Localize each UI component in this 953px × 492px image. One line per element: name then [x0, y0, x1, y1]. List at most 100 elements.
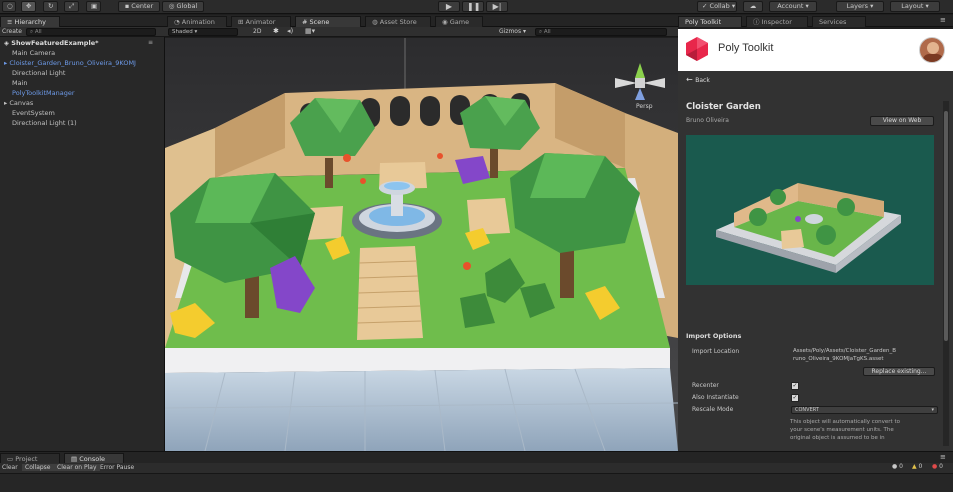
- asset-author: Bruno Oliveira: [686, 117, 729, 124]
- error-count[interactable]: ● 0: [932, 463, 943, 470]
- pause-icon: ❚❚: [467, 2, 481, 11]
- import-options-heading: Import Options: [686, 332, 742, 340]
- account-dropdown[interactable]: Account ▾: [769, 1, 817, 12]
- error-pause-toggle[interactable]: Error Pause: [100, 464, 134, 471]
- rotate-tool-button[interactable]: ↻: [43, 1, 58, 12]
- rescale-mode-dropdown[interactable]: CONVERT ▾: [791, 406, 938, 414]
- bottom-tabbar: ▭ Project ▤ Console ≡: [0, 451, 953, 464]
- center-tabbar: ◔ Animation ⊞ Animator # Scene ◍ Asset S…: [165, 15, 678, 27]
- back-arrow-icon: ←: [686, 75, 693, 84]
- lighting-toggle-icon[interactable]: ✱: [273, 27, 279, 35]
- play-button[interactable]: ▶: [438, 1, 460, 12]
- list-item[interactable]: Directional Light (1): [12, 119, 77, 128]
- shading-mode-dropdown[interactable]: Shaded ▾: [168, 28, 238, 36]
- list-item[interactable]: Directional Light: [12, 69, 65, 78]
- back-button[interactable]: ← Back: [686, 75, 710, 84]
- scene-view[interactable]: Persp: [165, 38, 678, 451]
- hierarchy-search-input[interactable]: ⌕ All: [26, 28, 156, 36]
- expand-arrow-icon[interactable]: ▸: [4, 99, 7, 107]
- list-item[interactable]: ◈ ShowFeaturedExample*: [4, 39, 99, 48]
- step-icon: ▶|: [492, 2, 502, 11]
- list-item[interactable]: Main: [12, 79, 28, 88]
- step-button[interactable]: ▶|: [486, 1, 508, 12]
- expand-arrow-icon[interactable]: ▸: [4, 59, 7, 67]
- list-item[interactable]: ▸ Cloister_Garden_Bruno_Oliveira_9KOMJ: [4, 59, 136, 68]
- list-item[interactable]: ▸ Canvas: [4, 99, 33, 108]
- animator-icon: ⊞: [238, 18, 244, 26]
- tab-inspector[interactable]: ⓘ Inspector: [746, 16, 808, 27]
- asset-preview: [686, 135, 934, 285]
- import-location-label: Import Location: [692, 348, 740, 355]
- gizmos-dropdown[interactable]: Gizmos ▾: [499, 28, 526, 35]
- cloud-button[interactable]: ☁: [743, 1, 763, 12]
- cloud-icon: ☁: [749, 2, 757, 10]
- pause-button[interactable]: ❚❚: [462, 1, 484, 12]
- recenter-label: Recenter: [692, 382, 719, 389]
- tab-poly-toolkit[interactable]: Poly Toolkit: [678, 16, 742, 27]
- clear-on-play-toggle[interactable]: Clear on Play: [54, 464, 100, 471]
- panel-menu-icon[interactable]: ≡: [940, 16, 946, 24]
- list-item[interactable]: EventSystem: [12, 109, 55, 118]
- list-icon: ≡: [7, 18, 13, 26]
- instantiate-checkbox[interactable]: ✓: [791, 394, 799, 402]
- replace-existing-button[interactable]: Replace existing...: [863, 367, 935, 376]
- pivot-toggle[interactable]: ▪ Center: [118, 1, 160, 12]
- rect-icon: ▣: [91, 2, 98, 10]
- hierarchy-tabbar: ≡ Hierarchy: [0, 15, 165, 27]
- search-icon: ⌕: [30, 29, 34, 35]
- recenter-checkbox[interactable]: ✓: [791, 382, 799, 390]
- rotate-icon: ↻: [48, 2, 54, 10]
- layers-dropdown[interactable]: Layers ▾: [836, 1, 884, 12]
- list-item[interactable]: PolyToolkitManager: [12, 89, 75, 98]
- scale-tool-button[interactable]: ⤢: [64, 1, 79, 12]
- scene-menu-icon[interactable]: ≡: [148, 39, 153, 46]
- brand-title: Poly Toolkit: [718, 42, 774, 54]
- rect-tool-button[interactable]: ▣: [86, 1, 101, 12]
- console-toolbar: Clear Collapse Clear on Play Error Pause…: [0, 463, 953, 474]
- poly-logo-icon: [686, 37, 708, 61]
- list-item[interactable]: Main Camera: [12, 49, 55, 58]
- tab-asset-store[interactable]: ◍ Asset Store: [365, 16, 431, 27]
- tab-services[interactable]: Services: [812, 16, 866, 27]
- scrollbar-thumb[interactable]: [944, 111, 948, 341]
- layout-dropdown[interactable]: Layout ▾: [890, 1, 940, 12]
- move-tool-button[interactable]: ✥: [21, 1, 36, 12]
- tab-game[interactable]: ◉ Game: [435, 16, 483, 27]
- info-count[interactable]: ● 0: [892, 463, 903, 470]
- view-on-web-button[interactable]: View on Web: [870, 116, 934, 126]
- projection-label[interactable]: Persp: [636, 103, 653, 110]
- console-icon: ▤: [71, 455, 78, 463]
- rescale-note: This object will automatically convert t…: [790, 419, 900, 425]
- collapse-toggle[interactable]: Collapse: [22, 464, 54, 471]
- scene-toolbar: Shaded ▾ 2D ✱ ◂) ▦▾ Gizmos ▾ ⌕ All: [165, 27, 678, 37]
- poly-header: Poly Toolkit: [678, 29, 953, 71]
- tab-hierarchy[interactable]: ≡ Hierarchy: [0, 16, 60, 27]
- info-icon: ●: [892, 463, 898, 470]
- effects-toggle-icon[interactable]: ▦▾: [305, 27, 315, 35]
- rescale-note-2: your scene's measurement units. The: [790, 427, 894, 433]
- folder-icon: ▭: [7, 455, 14, 463]
- scene-tab-icon: #: [302, 18, 308, 26]
- audio-toggle-icon[interactable]: ◂): [287, 27, 293, 35]
- hand-tool-button[interactable]: ○: [2, 1, 16, 12]
- clear-button[interactable]: Clear: [2, 464, 18, 471]
- poly-scrollbar[interactable]: [943, 101, 949, 446]
- scene-search-input[interactable]: ⌕ All: [535, 28, 667, 36]
- right-tabbar: Poly Toolkit ⓘ Inspector Services ≡: [678, 15, 953, 27]
- space-toggle[interactable]: ◎ Global: [162, 1, 204, 12]
- tab-animator[interactable]: ⊞ Animator: [231, 16, 291, 27]
- instantiate-label: Also Instantiate: [692, 394, 739, 401]
- hierarchy-subbar: Create ⌕ All: [0, 27, 165, 37]
- tab-scene[interactable]: # Scene: [295, 16, 361, 27]
- animation-icon: ◔: [174, 18, 180, 26]
- hierarchy-panel: Create ⌕ All ◈ ShowFeaturedExample* ≡ Ma…: [0, 27, 165, 451]
- collab-dropdown[interactable]: ✓ Collab ▾: [697, 1, 737, 12]
- create-dropdown[interactable]: Create: [2, 28, 22, 35]
- warning-count[interactable]: ▲ 0: [912, 463, 922, 470]
- console-menu-icon[interactable]: ≡: [940, 453, 946, 461]
- globe-icon: ◎: [168, 2, 175, 10]
- hand-icon: ○: [7, 2, 13, 10]
- 2d-toggle[interactable]: 2D: [253, 28, 261, 35]
- tab-animation[interactable]: ◔ Animation: [167, 16, 227, 27]
- avatar[interactable]: [919, 37, 945, 63]
